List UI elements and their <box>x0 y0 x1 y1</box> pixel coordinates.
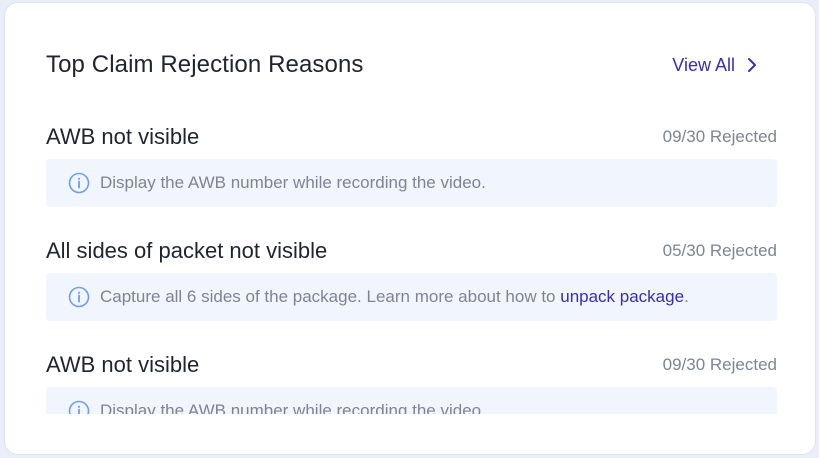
reason-title: All sides of packet not visible <box>46 238 328 263</box>
info-icon <box>68 172 90 194</box>
hint-text-prefix: Capture all 6 sides of the package. Lear… <box>100 287 561 306</box>
info-icon <box>68 400 90 414</box>
list-item: AWB not visible 09/30 Rejected Display t… <box>46 121 777 207</box>
list-item: All sides of packet not visible 05/30 Re… <box>46 235 777 321</box>
view-all-label: View All <box>672 54 735 75</box>
chevron-right-icon <box>748 58 756 72</box>
reasons-list[interactable]: AWB not visible 09/30 Rejected Display t… <box>46 121 777 414</box>
rejected-count: 09/30 Rejected <box>662 355 777 374</box>
view-all-link[interactable]: View All <box>672 55 757 76</box>
rejection-reasons-card: Top Claim Rejection Reasons View All AWB… <box>4 2 816 455</box>
card-title: Top Claim Rejection Reasons <box>46 51 364 78</box>
reason-hint: Display the AWB number while recording t… <box>46 387 777 414</box>
info-icon <box>68 286 90 308</box>
unpack-package-link[interactable]: unpack package <box>560 287 684 306</box>
rejected-count: 09/30 Rejected <box>662 127 777 146</box>
hint-text: Display the AWB number while recording t… <box>100 173 486 192</box>
rejected-count: 05/30 Rejected <box>662 241 777 260</box>
hint-text: Display the AWB number while recording t… <box>100 401 486 414</box>
card-header: Top Claim Rejection Reasons View All <box>46 51 757 79</box>
reason-title: AWB not visible <box>46 352 200 377</box>
hint-text: Capture all 6 sides of the package. Lear… <box>100 287 689 307</box>
reason-title: AWB not visible <box>46 124 200 149</box>
reason-hint: Display the AWB number while recording t… <box>46 159 777 207</box>
hint-text-suffix: . <box>684 287 689 306</box>
list-item: AWB not visible 09/30 Rejected Display t… <box>46 349 777 414</box>
reason-hint: Capture all 6 sides of the package. Lear… <box>46 273 777 321</box>
